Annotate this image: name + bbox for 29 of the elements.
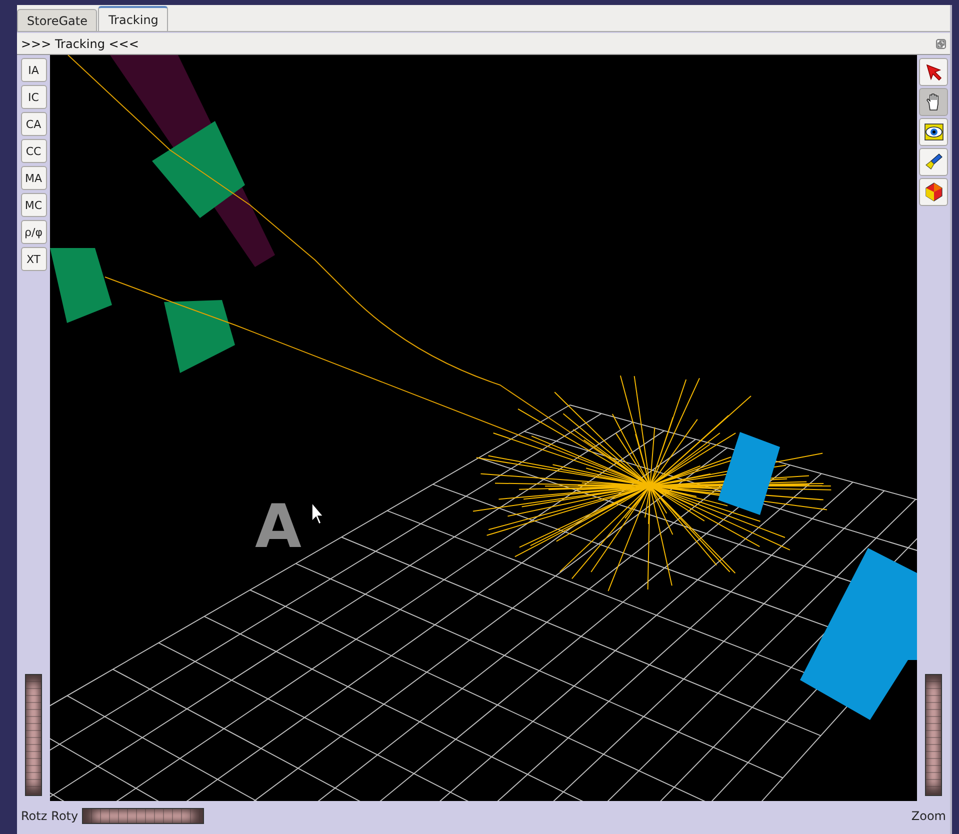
pointer-icon [924,62,944,82]
view-button[interactable]: ρ/φ [20,220,46,244]
wheel-label: Roty [51,808,78,822]
tab[interactable]: StoreGate [17,9,98,31]
cube-icon [924,182,944,202]
view-button[interactable]: CA [20,112,46,136]
wheel-label: Zoom [911,808,946,822]
view-button[interactable]: IA [20,58,46,82]
view-button[interactable]: MA [20,166,46,190]
view-button[interactable]: CC [20,139,46,163]
rotation-thumbwheel[interactable] [25,674,42,796]
cube-tool-button[interactable] [919,178,948,206]
wheel-label: Rotz [21,808,48,822]
rotation-thumbwheel[interactable] [82,808,204,824]
panel-title: >>> Tracking <<< [21,36,139,50]
flashlight-icon [924,152,944,172]
zoom-thumbwheel[interactable] [925,674,942,796]
tab[interactable]: Tracking [98,6,168,31]
view-button[interactable]: XT [20,247,46,271]
view-button[interactable]: MC [20,193,46,217]
flashlight-tool-button[interactable] [919,148,948,176]
hand-tool-button[interactable] [919,88,948,116]
view-button[interactable]: IC [20,85,46,109]
restore-icon[interactable] [936,38,946,48]
mouse-cursor-icon [312,502,324,525]
eye-icon [924,122,944,142]
atlas-logo: A [255,492,302,562]
eye-tool-button[interactable] [919,118,948,146]
pointer-tool-button[interactable] [919,58,948,86]
